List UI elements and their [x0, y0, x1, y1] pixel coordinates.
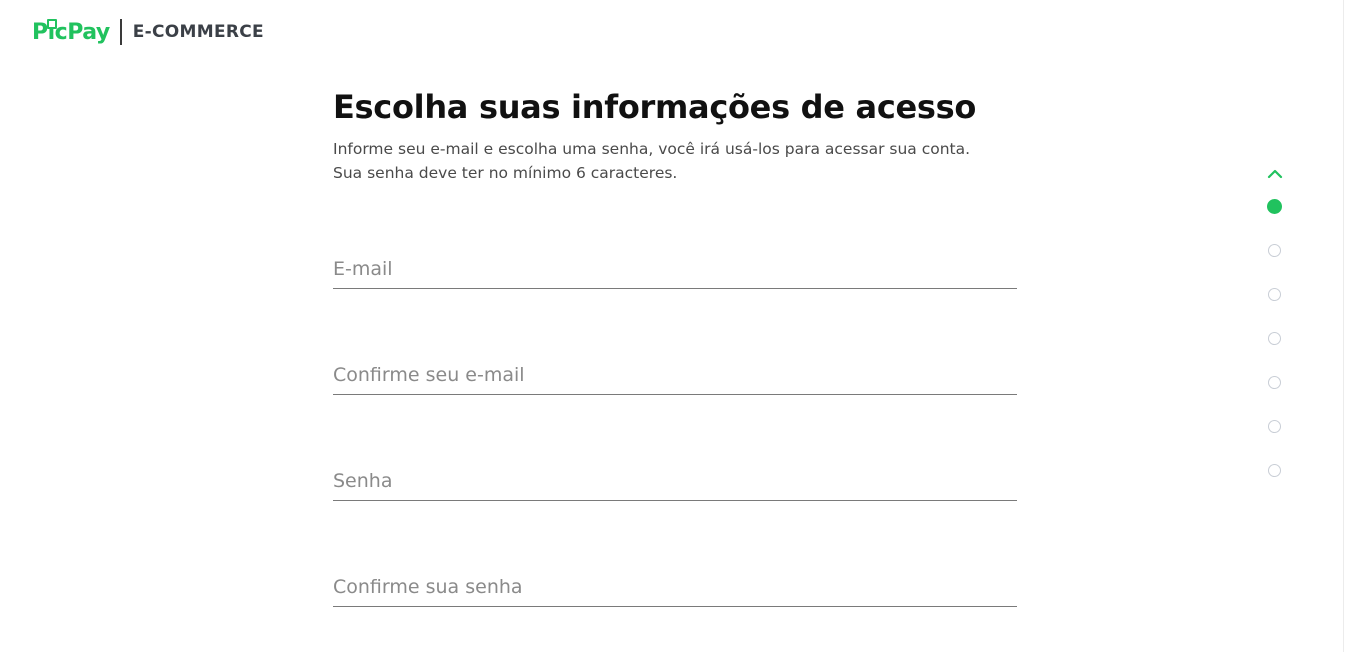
- subtitle-line-1: Informe seu e-mail e escolha uma senha, …: [333, 140, 971, 158]
- access-form: [333, 247, 1017, 607]
- page-title: Escolha suas informações de acesso: [333, 88, 977, 126]
- email-input[interactable]: [333, 250, 1017, 288]
- page: PicPay E-COMMERCE Escolha suas informaçõ…: [0, 0, 1352, 652]
- page-subtitle: Informe seu e-mail e escolha uma senha, …: [333, 137, 1017, 185]
- email-field-wrapper: [333, 247, 1017, 289]
- logo[interactable]: PicPay E-COMMERCE: [32, 17, 264, 47]
- chevron-up-icon[interactable]: [1264, 163, 1286, 185]
- step-dots: [1264, 199, 1286, 477]
- logo-mark-icon: [47, 18, 57, 29]
- main-content: Escolha suas informações de acesso Infor…: [333, 86, 1017, 652]
- step-dot[interactable]: [1268, 376, 1281, 389]
- step-dot[interactable]: [1268, 420, 1281, 433]
- step-dot[interactable]: [1268, 244, 1281, 257]
- subtitle-line-2: Sua senha deve ter no mínimo 6 caractere…: [333, 164, 678, 182]
- step-dot[interactable]: [1268, 332, 1281, 345]
- brand-name: PicPay: [32, 19, 110, 45]
- confirm-email-input[interactable]: [333, 356, 1017, 394]
- confirm-password-input[interactable]: [333, 568, 1017, 606]
- step-dot[interactable]: [1268, 464, 1281, 477]
- logo-divider: [119, 19, 122, 45]
- confirm-email-field-wrapper: [333, 353, 1017, 395]
- brand-suffix: E-COMMERCE: [132, 22, 264, 42]
- password-input[interactable]: [333, 462, 1017, 500]
- confirm-password-field-wrapper: [333, 565, 1017, 607]
- step-dot[interactable]: [1268, 288, 1281, 301]
- password-field-wrapper: [333, 459, 1017, 501]
- scrollbar[interactable]: [1343, 0, 1352, 652]
- step-dot-active[interactable]: [1267, 199, 1282, 214]
- picpay-logo: PicPay: [32, 18, 110, 45]
- progress-stepper: [1264, 163, 1286, 508]
